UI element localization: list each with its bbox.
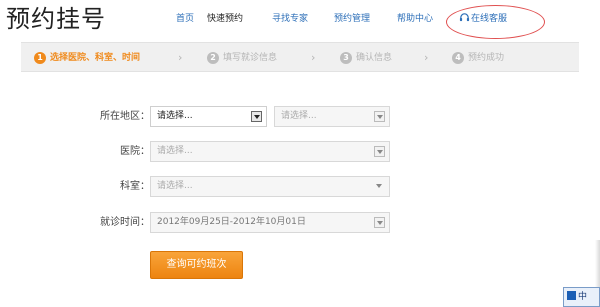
nav-quick-booking[interactable]: 快速预约 xyxy=(207,12,243,26)
city-select-placeholder: 请选择... xyxy=(281,111,317,121)
city-select[interactable]: 请选择... xyxy=(274,106,390,127)
ime-status-bar[interactable]: 中 xyxy=(563,287,600,307)
hospital-select-placeholder: 请选择... xyxy=(157,146,193,156)
visit-time-row: 就诊时间： 2012年09月25日-2012年10月01日 xyxy=(0,212,600,234)
ime-language-label: 中 xyxy=(578,292,588,302)
step-number-badge: 3 xyxy=(340,52,352,64)
step-number-badge: 1 xyxy=(34,52,46,64)
hospital-row: 医院： 请选择... xyxy=(0,141,600,163)
chevron-down-icon xyxy=(374,217,385,228)
chevron-right-icon: › xyxy=(311,51,316,64)
step-label: 选择医院、科室、时间 xyxy=(50,53,141,63)
department-row: 科室： 请选择... xyxy=(0,176,600,198)
nav-find-expert[interactable]: 寻找专家 xyxy=(272,12,308,26)
chevron-right-icon: › xyxy=(178,51,183,64)
hospital-label: 医院： xyxy=(120,146,150,157)
chevron-down-icon xyxy=(374,181,385,192)
visit-time-label: 就诊时间： xyxy=(100,217,150,228)
step-label: 预约成功 xyxy=(468,53,505,63)
department-label: 科室： xyxy=(120,181,150,192)
ime-icon xyxy=(567,291,576,300)
step-4: 4 预约成功 xyxy=(452,43,504,73)
hospital-select[interactable]: 请选择... xyxy=(150,141,390,162)
step-2: 2 填写就诊信息 xyxy=(207,43,277,73)
department-select-placeholder: 请选择... xyxy=(157,181,193,191)
chevron-down-icon xyxy=(251,111,262,122)
visit-time-value: 2012年09月25日-2012年10月01日 xyxy=(157,217,306,227)
province-select[interactable]: 请选择... xyxy=(150,106,267,127)
query-available-slots-button[interactable]: 查询可约班次 xyxy=(150,251,243,279)
step-label: 确认信息 xyxy=(356,53,393,63)
region-row: 所在地区： 请选择... 请选择... xyxy=(0,106,600,128)
region-label: 所在地区： xyxy=(100,111,150,122)
chevron-right-icon: › xyxy=(424,51,429,64)
nav-help-center[interactable]: 帮助中心 xyxy=(397,12,433,26)
chevron-down-icon xyxy=(374,146,385,157)
nav-home[interactable]: 首页 xyxy=(176,12,194,26)
site-logo-title: 预约挂号 xyxy=(6,5,106,33)
step-number-badge: 4 xyxy=(452,52,464,64)
nav-booking-management[interactable]: 预约管理 xyxy=(334,12,370,26)
booking-steps-bar: 1 选择医院、科室、时间 › 2 填写就诊信息 › 3 确认信息 › 4 预约成功 xyxy=(21,42,579,72)
step-3: 3 确认信息 xyxy=(340,43,392,73)
step-1: 1 选择医院、科室、时间 xyxy=(34,43,140,73)
step-number-badge: 2 xyxy=(207,52,219,64)
highlight-circle-annotation xyxy=(446,5,545,39)
province-select-value: 请选择... xyxy=(157,111,193,121)
department-select[interactable]: 请选择... xyxy=(150,176,390,197)
step-label: 填写就诊信息 xyxy=(223,53,278,63)
visit-time-select[interactable]: 2012年09月25日-2012年10月01日 xyxy=(150,212,390,233)
chevron-down-icon xyxy=(374,111,385,122)
